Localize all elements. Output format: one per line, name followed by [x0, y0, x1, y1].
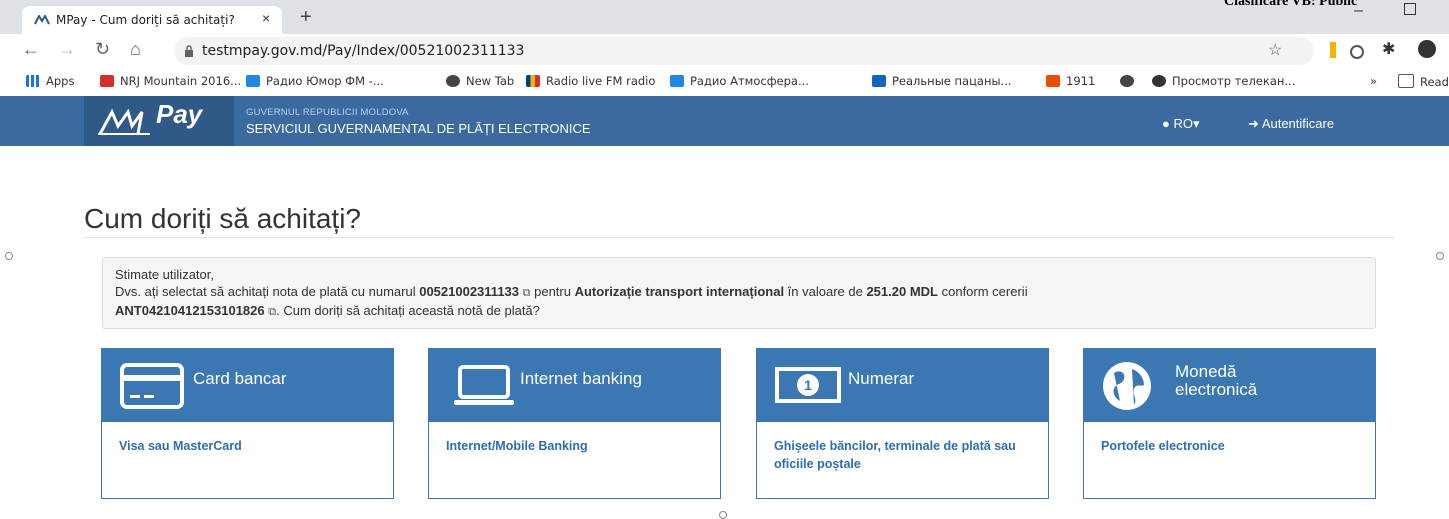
tab-close-icon[interactable]: ×: [262, 10, 270, 26]
login-link[interactable]: ➜ Autentificare: [1248, 116, 1334, 132]
plane-icon: [872, 75, 886, 87]
globe-icon: ●: [1162, 116, 1170, 131]
banknote-icon: 1: [775, 367, 841, 403]
card-title: Monedă electronică: [1175, 362, 1258, 399]
copy-invoice-icon[interactable]: ⧉: [523, 287, 531, 299]
bookmark-star-icon[interactable]: ☆: [1268, 40, 1282, 60]
bookmark-radio-atmosfera[interactable]: Радио Атмосфера...: [670, 74, 809, 88]
card-link[interactable]: Portofele electronice: [1101, 437, 1351, 455]
payment-card-bank-card[interactable]: Card bancar Visa sau MasterCard: [101, 348, 394, 499]
new-tab-button[interactable]: +: [300, 6, 312, 29]
reading-list-icon: [1398, 74, 1414, 88]
maximize-icon[interactable]: [1404, 3, 1416, 15]
bookmark-radio-umor[interactable]: Радио Юмор ФМ -...: [246, 74, 384, 88]
gov-name: GUVERNUL REPUBLICII MOLDOVA: [246, 107, 409, 118]
card-header: 1 Numerar: [757, 349, 1048, 422]
browser-toolbar: ← → ↻ ⌂ testmpay.gov.md/Pay/Index/005210…: [0, 34, 1449, 68]
selection-handle: [5, 252, 13, 260]
browser-tab[interactable]: MPay - Cum doriți să achitați? ×: [22, 6, 282, 34]
service-name: SERVICIUL GUVERNAMENTAL DE PLĂȚI ELECTRO…: [246, 121, 591, 136]
selection-handle: [1436, 252, 1444, 260]
apps-grid-icon: [26, 75, 40, 87]
title-divider: [84, 237, 1394, 238]
copy-request-icon[interactable]: ⧉: [268, 306, 276, 318]
bookmark-new-tab[interactable]: New Tab: [446, 74, 514, 88]
back-icon[interactable]: ←: [22, 39, 40, 60]
extension-flag-icon[interactable]: [1330, 42, 1336, 58]
alert-greeting: Stimate utilizator,: [115, 267, 214, 282]
logo-text: Pay: [156, 99, 203, 129]
credit-card-icon: [120, 363, 184, 409]
site-navbar: Pay GUVERNUL REPUBLICII MOLDOVA SERVICIU…: [0, 96, 1449, 146]
payment-card-cash[interactable]: 1 Numerar Ghișeele băncilor, terminale d…: [756, 348, 1049, 499]
bookmark-globe[interactable]: [1120, 74, 1140, 88]
request-number: ANT04210412153101826: [115, 303, 265, 318]
bookmarks-overflow-button[interactable]: »: [1370, 74, 1377, 88]
payment-info-alert: Stimate utilizator, Dvs. ați selectat să…: [102, 257, 1376, 329]
bookmark-prosmotr[interactable]: Просмотр телекан...: [1152, 74, 1295, 88]
minimize-icon[interactable]: –: [1354, 2, 1363, 20]
nrj-icon: [100, 75, 114, 87]
card-link[interactable]: Internet/Mobile Banking: [446, 437, 696, 455]
card-header: Internet banking: [429, 349, 720, 422]
bookmark-radio-live[interactable]: Radio live FM radio: [526, 74, 655, 88]
mpay-logo[interactable]: Pay: [84, 96, 234, 146]
sign-in-icon: ➜: [1248, 116, 1259, 131]
radio-icon: [246, 75, 260, 87]
tab-title: MPay - Cum doriți să achitați?: [56, 13, 235, 27]
url-text: testmpay.gov.md/Pay/Index/00521002311133: [202, 43, 525, 59]
card-link[interactable]: Visa sau MasterCard: [119, 437, 369, 455]
forward-icon[interactable]: →: [58, 39, 76, 60]
globe-icon: [1103, 362, 1151, 410]
mpay-logo-mark-icon: [98, 108, 150, 135]
payment-card-internet-banking[interactable]: Internet banking Internet/Mobile Banking: [428, 348, 721, 499]
card-title: Card bancar: [193, 369, 287, 388]
extensions-puzzle-icon[interactable]: ✱: [1382, 39, 1395, 59]
card-title: Internet banking: [520, 369, 642, 388]
broadcast-icon: [1152, 75, 1166, 87]
language-dropdown[interactable]: ● RO▾: [1162, 116, 1200, 132]
alert-body: Dvs. ați selectat să achitați nota de pl…: [115, 284, 1028, 318]
bookmarks-bar: Apps NRJ Mountain 2016... Радио Юмор ФМ …: [0, 68, 1449, 97]
bookmark-reading-list[interactable]: Readi: [1398, 74, 1449, 89]
amount-value: 251.20 MDL: [866, 284, 938, 299]
payment-card-e-money[interactable]: Monedă electronică Portofele electronice: [1083, 348, 1376, 499]
profile-avatar-icon[interactable]: [1418, 40, 1436, 58]
globe-icon: [446, 75, 460, 87]
reload-icon[interactable]: ↻: [95, 39, 110, 60]
star-logo-icon: [1046, 75, 1060, 87]
bookmark-realnye[interactable]: Реальные пацаны...: [872, 74, 1012, 88]
invoice-number: 00521002311133: [419, 284, 520, 299]
classification-watermark: Clasificare VB: Public: [1224, 0, 1358, 9]
browser-tabstrip: MPay - Cum doriți să achitați? × + Clasi…: [0, 0, 1449, 34]
bookmark-apps[interactable]: Apps: [26, 74, 74, 88]
address-bar[interactable]: testmpay.gov.md/Pay/Index/00521002311133…: [174, 37, 1314, 65]
card-title: Numerar: [848, 369, 915, 388]
selection-handle: [719, 511, 727, 519]
flag-icon: [526, 75, 540, 87]
globe-icon: [1120, 75, 1134, 87]
page-title: Cum doriți să achitați?: [84, 203, 362, 234]
card-header: Card bancar: [102, 349, 393, 422]
bookmark-nrj[interactable]: NRJ Mountain 2016...: [100, 74, 241, 88]
mpay-favicon-icon: [34, 15, 50, 25]
home-icon[interactable]: ⌂: [130, 39, 141, 60]
bookmark-1911[interactable]: 1911: [1046, 74, 1095, 88]
card-header: Monedă electronică: [1084, 349, 1375, 422]
lock-icon: [185, 45, 193, 57]
laptop-icon: [454, 365, 514, 405]
card-link[interactable]: Ghișeele băncilor, terminale de plată sa…: [774, 437, 1024, 473]
svg-text:1: 1: [804, 377, 812, 393]
extension-circle-icon[interactable]: [1350, 45, 1364, 59]
radio-icon: [670, 75, 684, 87]
service-name-value: Autorizație transport internațional: [574, 284, 785, 299]
